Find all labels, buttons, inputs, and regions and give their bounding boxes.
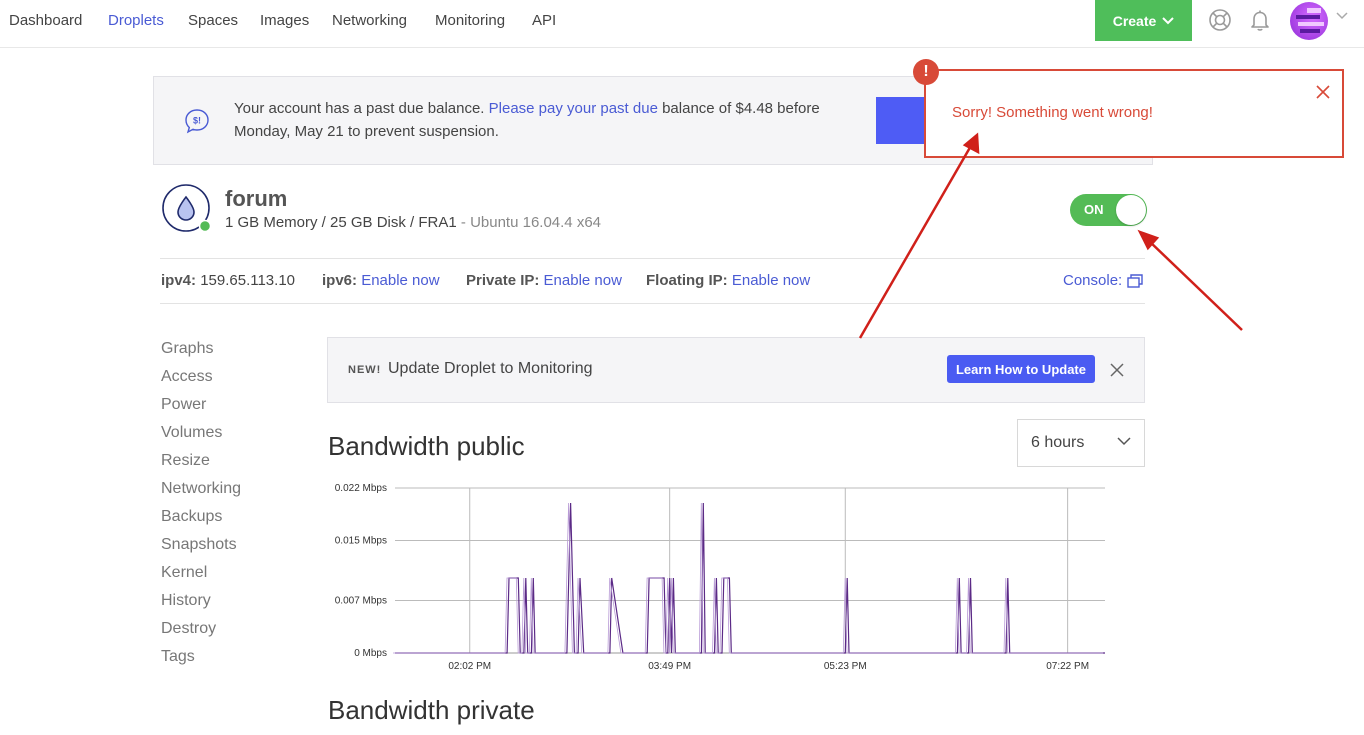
sidebar-item-tags[interactable]: Tags [161, 648, 195, 666]
sidebar-item-networking[interactable]: Networking [161, 480, 241, 498]
x-tick-label: 03:49 PM [648, 661, 691, 672]
floating-ip-enable-link[interactable]: Enable now [732, 272, 810, 289]
bandwidth-private-title: Bandwidth private [328, 695, 535, 725]
monitoring-banner: NEW! Update Droplet to Monitoring Learn … [327, 337, 1145, 403]
learn-how-to-update-button[interactable]: Learn How to Update [947, 355, 1095, 383]
sidebar-item-power[interactable]: Power [161, 396, 206, 414]
ipv6-label: ipv6: [322, 272, 358, 289]
chevron-down-icon [1117, 437, 1131, 446]
error-badge-icon: ! [913, 59, 939, 85]
x-tick-label: 07:22 PM [1046, 661, 1089, 672]
nav-monitoring[interactable]: Monitoring [435, 12, 505, 29]
y-tick-label: 0.007 Mbps [335, 596, 387, 607]
bandwidth-public-title: Bandwidth public [328, 431, 525, 461]
floating-ip-label: Floating IP: [646, 272, 728, 289]
droplet-specs-text: 1 GB Memory / 25 GB Disk / FRA1 [225, 214, 457, 231]
nav-networking[interactable]: Networking [332, 12, 407, 29]
private-ip-label: Private IP: [466, 272, 540, 289]
avatar[interactable] [1290, 2, 1328, 40]
droplet-specs: 1 GB Memory / 25 GB Disk / FRA1 - Ubuntu… [225, 214, 601, 231]
console-link[interactable]: Console: [1063, 272, 1143, 289]
past-due-text-before: Your account has a past due balance. [234, 100, 489, 117]
y-tick-label: 0.022 Mbps [335, 483, 387, 494]
bell-icon[interactable] [1248, 8, 1272, 32]
nav-spaces[interactable]: Spaces [188, 12, 238, 29]
close-icon[interactable] [1109, 362, 1125, 378]
nav-droplets[interactable]: Droplets [108, 12, 164, 29]
sidebar-item-volumes[interactable]: Volumes [161, 424, 222, 442]
droplet-icon [162, 184, 211, 233]
chevron-down-icon[interactable] [1336, 12, 1348, 20]
sidebar-item-history[interactable]: History [161, 592, 211, 610]
create-button[interactable]: Create [1095, 0, 1192, 41]
ipv4-info: ipv4: 159.65.113.10 [161, 272, 295, 289]
top-nav: Dashboard Droplets Spaces Images Network… [0, 0, 1364, 48]
monitoring-banner-text: Update Droplet to Monitoring [388, 360, 593, 377]
annotation-arrow [1137, 229, 1243, 331]
sidebar-item-destroy[interactable]: Destroy [161, 620, 216, 638]
x-tick-label: 02:02 PM [448, 661, 491, 672]
sidebar-item-graphs[interactable]: Graphs [161, 340, 213, 358]
avatar-pattern-icon [1296, 8, 1324, 33]
chevron-down-icon [1162, 17, 1175, 25]
error-toast: Sorry! Something went wrong! [924, 69, 1344, 158]
nav-images[interactable]: Images [260, 12, 309, 29]
series-line [395, 502, 1105, 654]
divider [160, 258, 1145, 259]
new-badge: NEW! [348, 364, 382, 376]
floating-ip-info: Floating IP: Enable now [646, 272, 810, 289]
close-icon[interactable] [1314, 83, 1332, 101]
time-range-value: 6 hours [1031, 434, 1085, 451]
series-line-secondary [393, 502, 1103, 654]
toggle-knob [1116, 195, 1146, 225]
bandwidth-public-chart: 0 Mbps 0.007 Mbps 0.015 Mbps 0.022 Mbps 02:0… [335, 483, 1105, 672]
create-button-label: Create [1112, 12, 1157, 29]
sidebar-item-resize[interactable]: Resize [161, 452, 210, 470]
power-toggle-label: ON [1084, 202, 1104, 217]
y-tick-label: 0 Mbps [354, 648, 387, 659]
sidebar-item-snapshots[interactable]: Snapshots [161, 536, 237, 554]
ipv4-label: ipv4: [161, 272, 197, 289]
private-ip-info: Private IP: Enable now [466, 272, 622, 289]
svg-text:$!: $! [193, 116, 201, 126]
divider [160, 303, 1145, 304]
y-tick-label: 0.015 Mbps [335, 536, 387, 547]
power-toggle[interactable]: ON [1070, 194, 1147, 226]
annotation-arrow [858, 132, 980, 339]
sidebar-item-kernel[interactable]: Kernel [161, 564, 207, 582]
droplet-os: - Ubuntu 16.04.4 x64 [456, 214, 601, 231]
sidebar-item-access[interactable]: Access [161, 368, 213, 386]
private-ip-enable-link[interactable]: Enable now [544, 272, 622, 289]
console-label: Console: [1063, 272, 1123, 289]
nav-dashboard[interactable]: Dashboard [9, 12, 82, 29]
support-icon[interactable] [1208, 8, 1232, 32]
pay-past-due-link[interactable]: Please pay your past due [489, 100, 658, 117]
billing-speech-icon: $! [185, 109, 209, 134]
error-message: Sorry! Something went wrong! [952, 104, 1153, 121]
x-tick-label: 05:23 PM [824, 661, 867, 672]
past-due-message: Your account has a past due balance. Ple… [234, 97, 874, 143]
ipv6-enable-link[interactable]: Enable now [361, 272, 439, 289]
nav-api[interactable]: API [532, 12, 556, 29]
ipv4-value: 159.65.113.10 [200, 272, 295, 289]
ipv6-info: ipv6: Enable now [322, 272, 440, 289]
sidebar-item-backups[interactable]: Backups [161, 508, 222, 526]
droplet-name: forum [225, 186, 288, 211]
time-range-select[interactable]: 6 hours [1017, 419, 1145, 467]
external-window-icon [1127, 273, 1143, 288]
